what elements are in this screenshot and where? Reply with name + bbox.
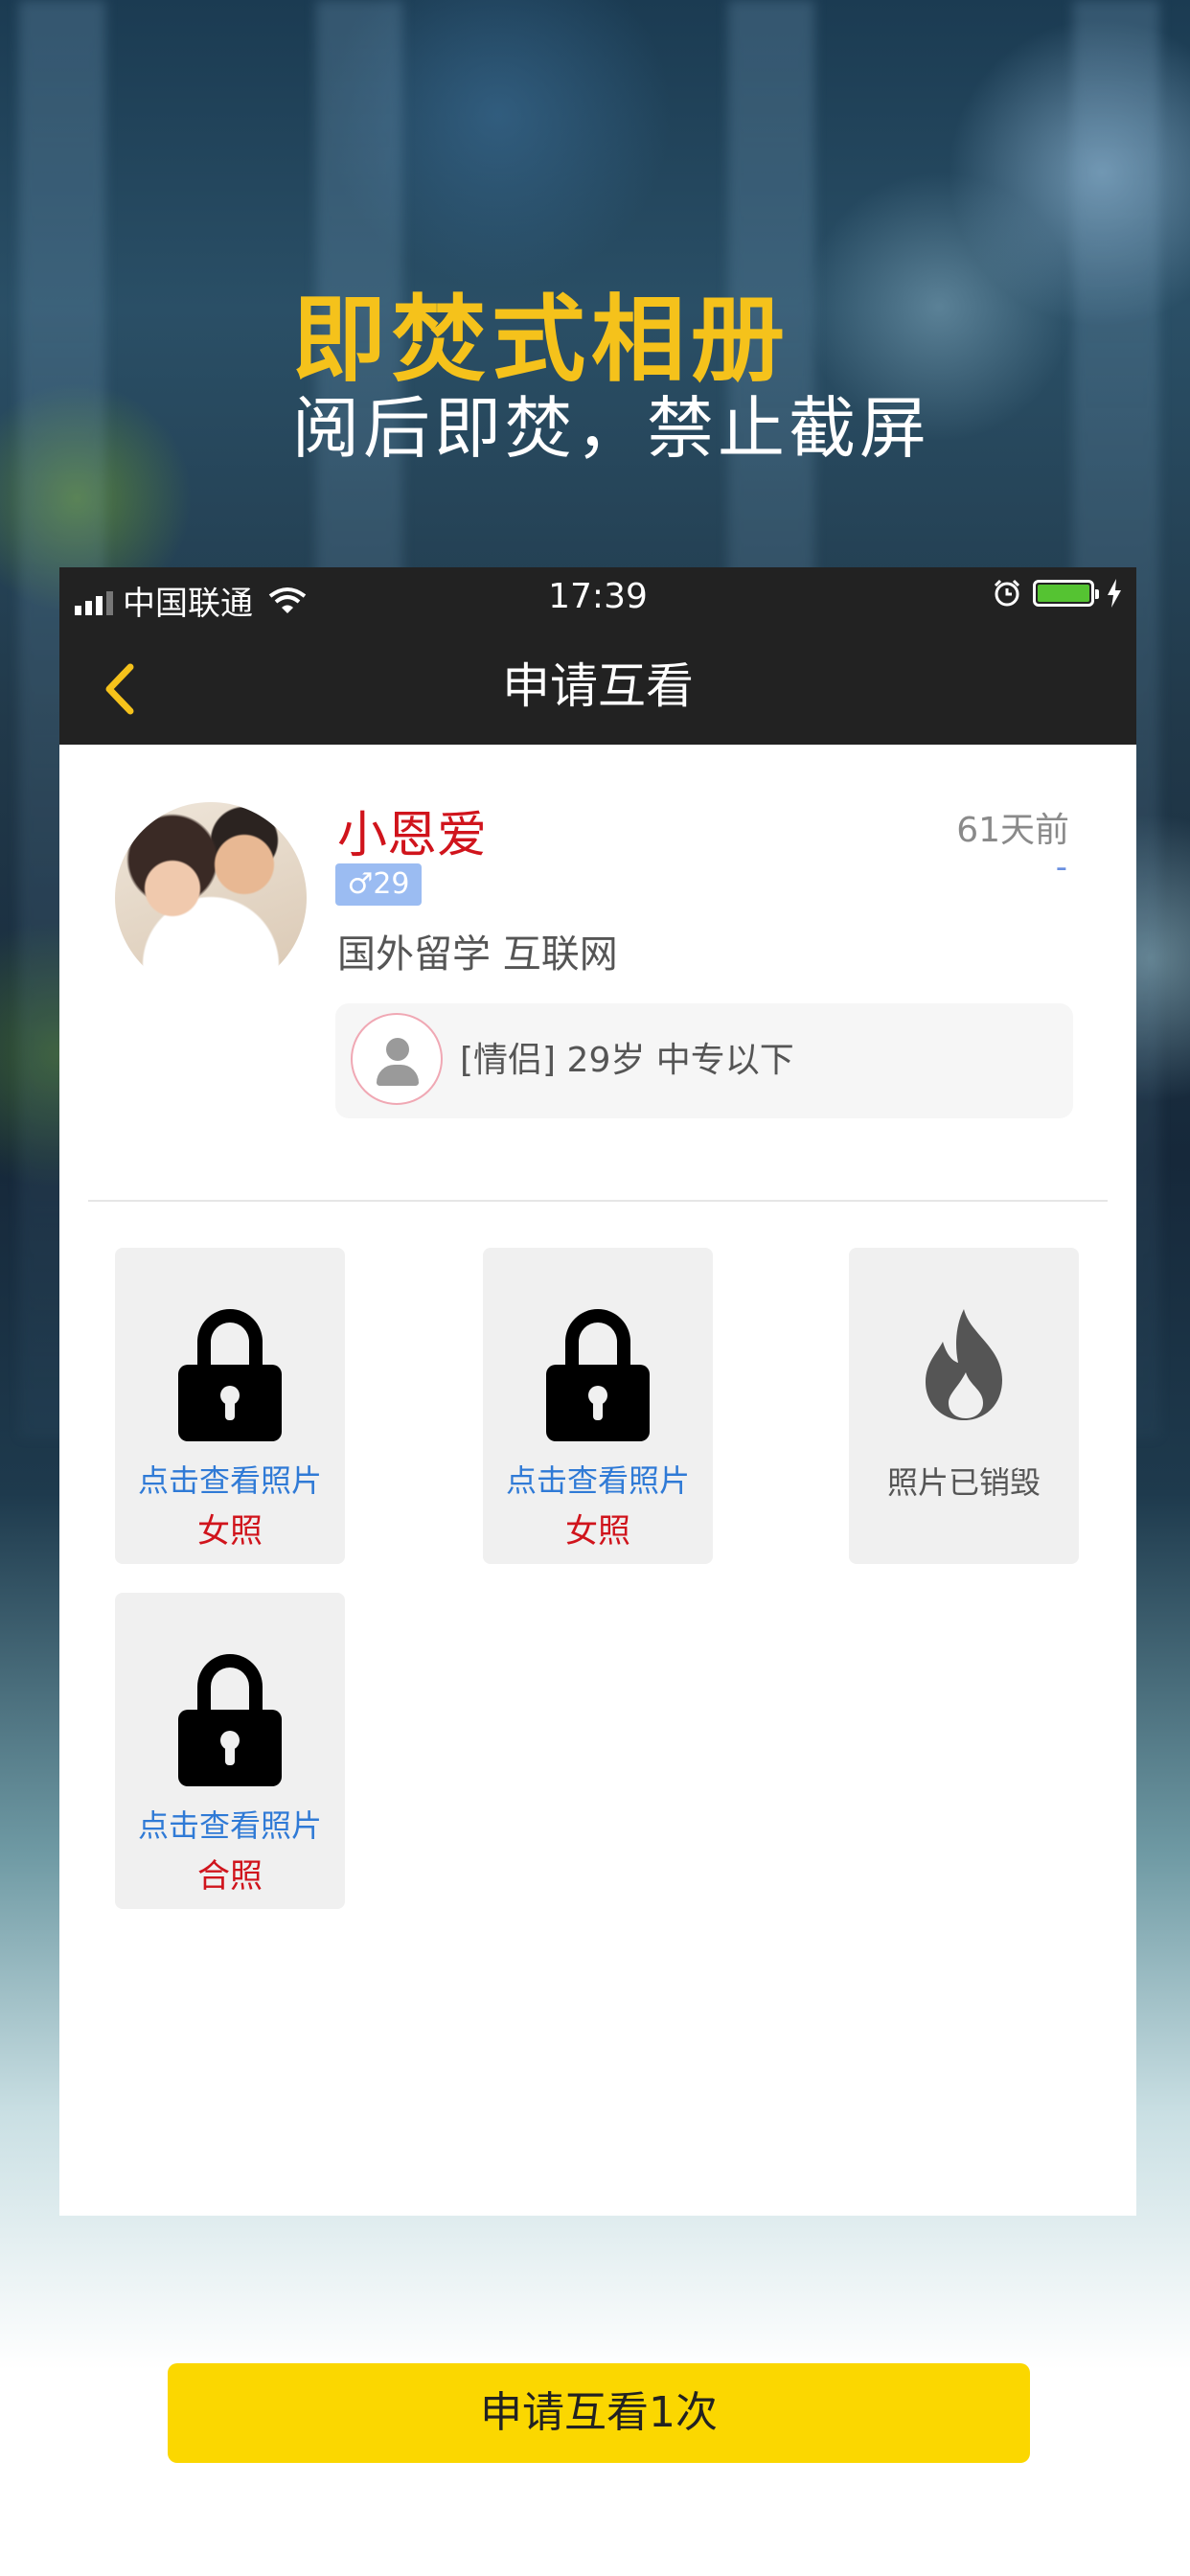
- user-placeholder-icon: [351, 1013, 443, 1105]
- photo-destroyed-label: 照片已销毁: [886, 1464, 1041, 1501]
- phone-screen: 中国联通 17:39 申请互看 小恩爱 61天前 - ♂29 国外留学 互联网 …: [59, 567, 1136, 2216]
- photo-type-label: 合照: [197, 1857, 263, 1896]
- navigation-bar: 申请互看: [59, 629, 1136, 745]
- apply-mutual-view-button[interactable]: 申请互看1次: [168, 2363, 1030, 2463]
- charging-icon: [1108, 579, 1121, 608]
- promo-headline: 即焚式相册 阅后即焚，禁止截屏: [292, 288, 930, 472]
- photo-type-label: 女照: [565, 1512, 630, 1551]
- view-photo-link[interactable]: 点击查看照片: [483, 1457, 713, 1501]
- promo-title: 即焚式相册: [292, 286, 791, 395]
- promo-subtitle: 阅后即焚，禁止截屏: [292, 389, 930, 468]
- view-photo-link[interactable]: 点击查看照片: [115, 1802, 345, 1846]
- lock-icon: [178, 1654, 282, 1786]
- last-active-time: 61天前: [956, 811, 1069, 850]
- page-title: 申请互看: [502, 658, 694, 714]
- view-photo-link[interactable]: 点击查看照片: [115, 1457, 345, 1501]
- lock-icon: [178, 1309, 282, 1441]
- photo-tile-locked[interactable]: 点击查看照片 女照: [483, 1248, 713, 1564]
- alarm-icon: [994, 579, 1020, 607]
- photo-tile-locked[interactable]: 点击查看照片 女照: [115, 1248, 345, 1564]
- partner-info-text: [情侣] 29岁 中专以下: [460, 1041, 794, 1080]
- username: 小恩爱: [337, 807, 488, 864]
- divider: [88, 1200, 1108, 1202]
- photo-tile-destroyed: 照片已销毁: [849, 1248, 1079, 1564]
- profile-content: 小恩爱 61天前 - ♂29 国外留学 互联网 [情侣] 29岁 中专以下 点击…: [59, 745, 1136, 2216]
- distance-placeholder: -: [1055, 848, 1067, 886]
- fire-icon: [926, 1309, 1002, 1420]
- photo-type-label: 女照: [197, 1512, 263, 1551]
- status-time: 17:39: [548, 577, 648, 616]
- battery-icon: [1033, 580, 1099, 607]
- photo-tile-locked[interactable]: 点击查看照片 合照: [115, 1593, 345, 1909]
- avatar[interactable]: [115, 802, 307, 994]
- lock-icon: [546, 1309, 650, 1441]
- profile-tags: 国外留学 互联网: [337, 932, 618, 977]
- status-bar: 中国联通 17:39: [59, 567, 1136, 629]
- gender-age-badge: ♂29: [335, 863, 422, 906]
- partner-info-card: [情侣] 29岁 中专以下: [335, 1003, 1073, 1118]
